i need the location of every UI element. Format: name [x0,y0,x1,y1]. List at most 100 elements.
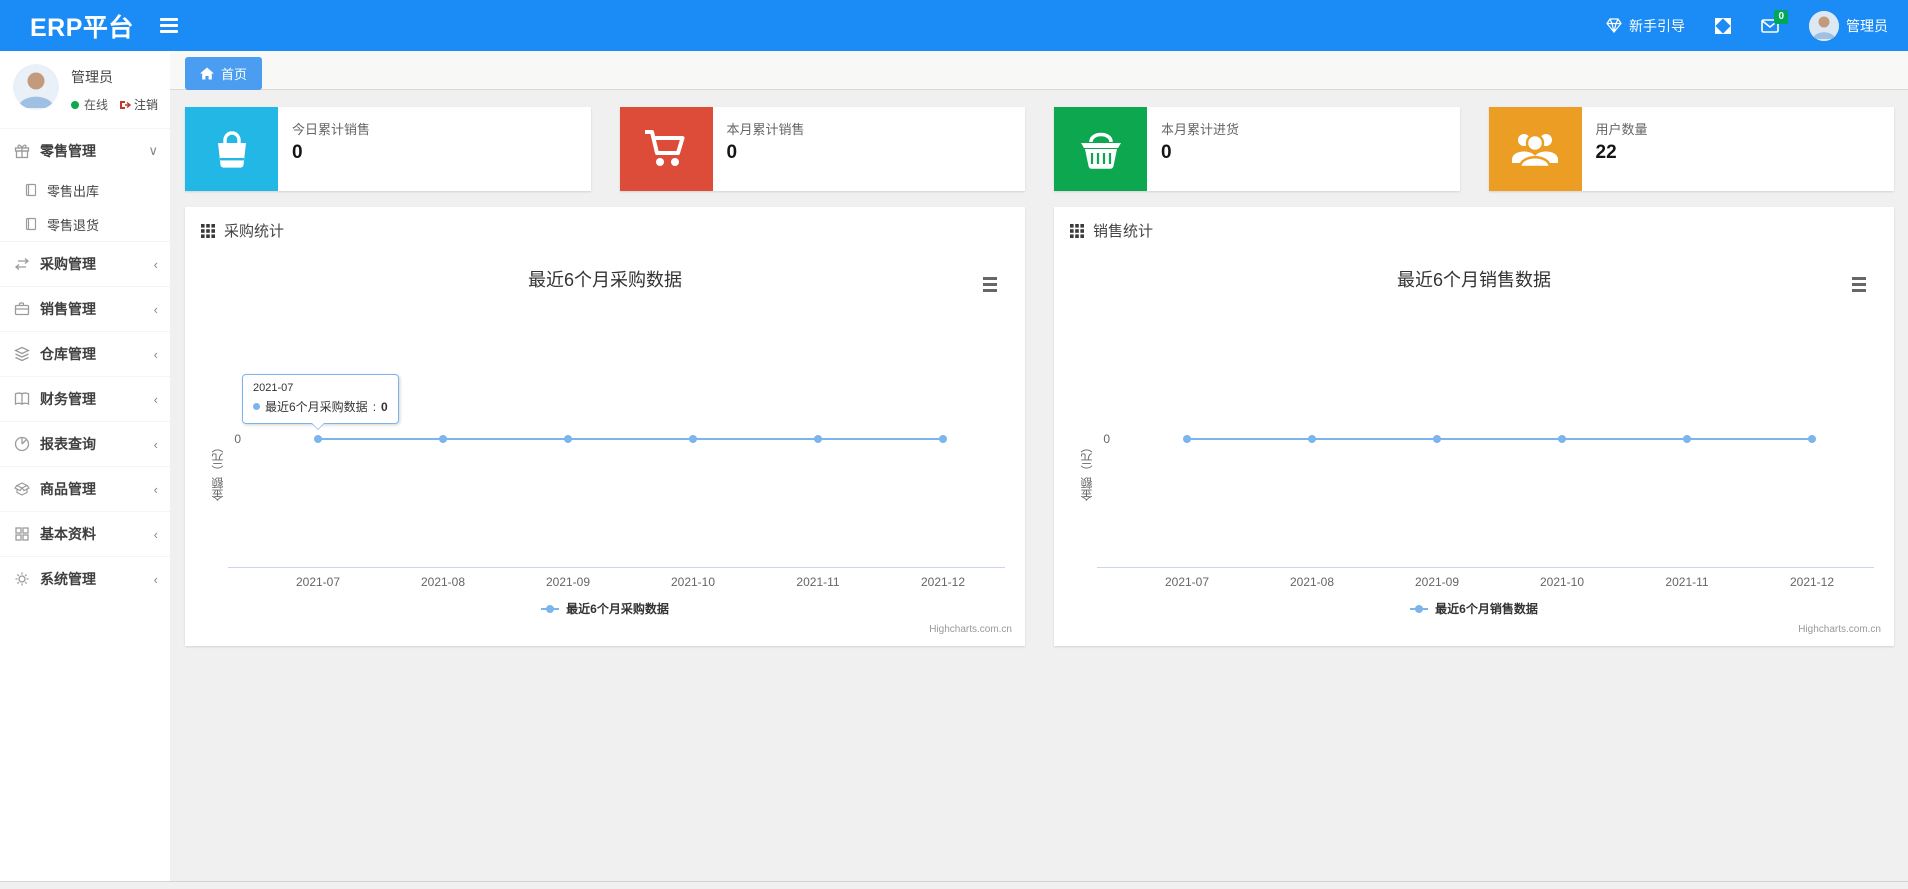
x-axis-line [228,567,1005,568]
chart-panels-row: 采购统计 最近6个月采购数据 金额（元） 0 2021-07 2021-08 2… [185,207,1894,646]
x-tick-label: 2021-08 [420,575,466,589]
sidebar-item-basic-data[interactable]: 基本资料 ‹ [0,511,170,556]
stat-label: 本月累计销售 [726,122,805,137]
x-tick-label: 2021-12 [920,575,966,589]
box-icon [14,481,30,497]
chart-export-menu-icon[interactable] [1852,277,1866,292]
tab-home[interactable]: 首页 [185,57,263,90]
sidebar-item-products[interactable]: 商品管理 ‹ [0,466,170,511]
sidebar-item-label: 商品管理 [40,481,96,497]
sign-out-icon [120,100,132,109]
data-point[interactable] [1308,435,1316,443]
retail-submenu: 零售出库 零售退货 [0,173,170,241]
home-icon [200,67,214,80]
sidebar-toggle-icon[interactable] [159,18,178,33]
y-axis-title: 金额（元） [211,441,225,501]
chevron-left-icon: ‹ [153,301,158,317]
sidebar-item-label: 财务管理 [40,391,96,407]
users-icon [1488,107,1582,191]
online-status-icon [71,100,79,109]
chart-title: 最近6个月销售数据 [1396,270,1551,290]
sidebar-item-warehouse[interactable]: 仓库管理 ‹ [0,331,170,376]
purchase-stats-panel: 采购统计 最近6个月采购数据 金额（元） 0 2021-07 2021-08 2… [185,207,1025,646]
y-axis-tick: 0 [234,432,241,446]
sidebar-item-reports[interactable]: 报表查询 ‹ [0,421,170,466]
guide-button[interactable]: 新手引导 [1606,16,1685,36]
chevron-down-icon: ∨ [148,143,158,158]
stat-card-month-sales: 本月累计销售 0 [619,107,1025,191]
x-tick-label: 2021-07 [1164,575,1210,589]
messages-button[interactable]: 0 [1761,9,1788,33]
chart-tooltip: 2021-07 最近6个月采购数据: 0 [242,374,399,430]
sidebar-item-retail-return[interactable]: 零售退货 [0,207,170,241]
file-icon [24,217,38,231]
data-point[interactable] [1183,435,1191,443]
y-axis-title: 金额（元） [1080,441,1094,501]
tab-home-label: 首页 [221,67,248,82]
online-status-label: 在线 [84,98,109,112]
data-point[interactable] [564,435,572,443]
sidebar-item-system[interactable]: 系统管理 ‹ [0,556,170,601]
data-point[interactable] [689,435,697,443]
sidebar-item-finance[interactable]: 财务管理 ‹ [0,376,170,421]
legend-marker-icon [541,604,560,613]
chevron-left-icon: ‹ [153,391,158,407]
top-navbar: ERP平台 新手引导 0 管理员 [0,0,1908,51]
stat-value: 0 [726,142,738,163]
sidebar-item-retail[interactable]: 零售管理 ∨ [0,128,170,173]
stat-label: 今日累计销售 [292,122,371,137]
sidebar-item-retail-outbound[interactable]: 零售出库 [0,173,170,207]
sidebar-item-label: 零售退货 [47,217,100,233]
sidebar-item-purchase[interactable]: 采购管理 ‹ [0,241,170,286]
x-tick-label: 2021-09 [1414,575,1460,589]
y-axis-tick: 0 [1103,432,1110,446]
data-point[interactable] [1683,435,1691,443]
legend-marker-icon [1410,604,1429,613]
tab-bar: 首页 [170,51,1908,90]
purchase-chart: 最近6个月采购数据 金额（元） 0 2021-07 2021-08 2021-0… [185,253,1025,647]
highcharts-credits[interactable]: Highcharts.com.cn [929,624,1012,635]
fullscreen-icon [1715,17,1731,34]
data-point[interactable] [1808,435,1816,443]
guide-label: 新手引导 [1629,17,1685,34]
chart-legend[interactable]: 最近6个月采购数据 [185,600,1025,617]
x-tick-label: 2021-09 [545,575,591,589]
avatar [1809,10,1839,41]
data-point[interactable] [814,435,822,443]
user-menu[interactable]: 管理员 [1809,10,1888,41]
chart-legend[interactable]: 最近6个月销售数据 [1054,600,1894,617]
sidebar-item-label: 基本资料 [40,526,96,542]
chevron-left-icon: ‹ [153,526,158,542]
chevron-left-icon: ‹ [153,436,158,452]
highcharts-credits[interactable]: Highcharts.com.cn [1798,624,1881,635]
footer-strip [0,881,1908,889]
stat-value: 22 [1595,142,1617,163]
stat-value: 0 [1161,142,1172,163]
sales-stats-panel: 销售统计 最近6个月销售数据 金额（元） 0 2021-07 2021-08 2… [1054,207,1894,646]
sidebar-menu: 零售管理 ∨ 零售出库 零售退货 采购管理 ‹ 销售管理 ‹ 仓库管理 ‹ 财务… [0,128,170,601]
data-point[interactable] [439,435,447,443]
legend-label: 最近6个月销售数据 [1435,602,1538,616]
data-point[interactable] [1558,435,1566,443]
data-point[interactable] [939,435,947,443]
basket-icon [1054,107,1147,191]
logout-link[interactable]: 注销 [119,96,158,113]
th-grid-icon [201,223,215,238]
sidebar-item-label: 零售出库 [47,183,100,199]
series-line [318,438,943,440]
x-tick-label: 2021-11 [1665,575,1709,589]
cart-icon [619,107,713,191]
gem-icon [1606,18,1622,33]
sidebar-item-label: 销售管理 [40,301,96,317]
app-logo: ERP平台 [30,13,134,42]
fullscreen-button[interactable] [1715,17,1731,34]
stat-card-today-sales: 今日累计销售 0 [185,107,591,191]
stat-cards-row: 今日累计销售 0 本月累计销售 0 本月累计进货 0 用户数量 22 [185,107,1894,191]
chart-export-menu-icon[interactable] [983,277,997,292]
panel-title: 采购统计 [224,223,285,240]
sidebar-item-sales[interactable]: 销售管理 ‹ [0,286,170,331]
messages-badge: 0 [1774,9,1788,24]
chevron-left-icon: ‹ [153,481,158,497]
data-point[interactable] [1433,435,1441,443]
sidebar-user-name: 管理员 [71,69,113,85]
